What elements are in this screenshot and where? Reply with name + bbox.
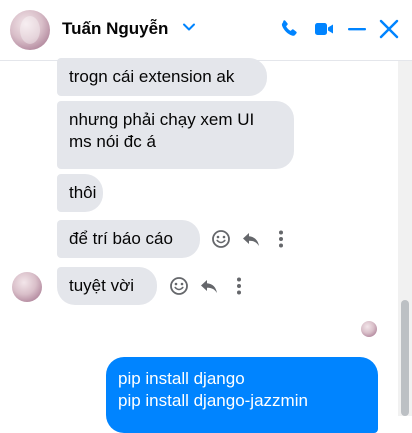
video-icon[interactable]: [312, 17, 336, 41]
minimize-icon[interactable]: [345, 17, 369, 41]
close-icon[interactable]: [377, 17, 401, 41]
reply-icon[interactable]: [240, 228, 262, 250]
sender-avatar[interactable]: [12, 272, 42, 302]
phone-icon[interactable]: [277, 17, 301, 41]
seen-indicator-avatar: [361, 321, 377, 337]
scrollbar-thumb[interactable]: [401, 300, 409, 416]
message-bubble-outgoing[interactable]: pip install django pip install django-ja…: [106, 357, 378, 433]
chat-header: Tuấn Nguyễn: [0, 0, 412, 61]
react-icon[interactable]: [168, 275, 190, 297]
more-icon[interactable]: [270, 228, 292, 250]
chevron-down-icon[interactable]: [182, 20, 196, 34]
reply-icon[interactable]: [198, 275, 220, 297]
message-bubble[interactable]: trogn cái extension ak: [57, 58, 267, 96]
more-icon[interactable]: [228, 275, 250, 297]
message-list: trogn cái extension ak nhưng phải chạy x…: [0, 58, 412, 433]
message-bubble[interactable]: nhưng phải chạy xem UI ms nói đc á: [57, 101, 294, 169]
contact-avatar[interactable]: [10, 10, 50, 50]
contact-name[interactable]: Tuấn Nguyễn: [62, 19, 168, 39]
react-icon[interactable]: [210, 228, 232, 250]
message-bubble[interactable]: để trí báo cáo: [57, 220, 200, 258]
message-bubble[interactable]: thôi: [57, 174, 103, 212]
message-bubble[interactable]: tuyệt vời: [57, 267, 157, 305]
